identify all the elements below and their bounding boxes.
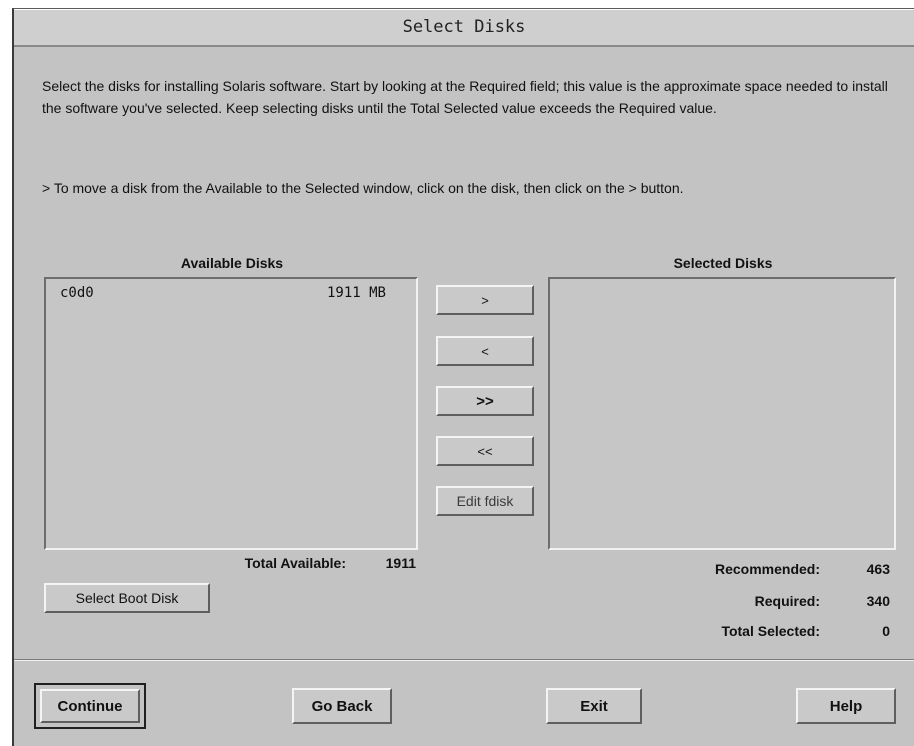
recommended-value: 463 bbox=[866, 561, 890, 577]
instructions-text: Select the disks for installing Solaris … bbox=[42, 78, 888, 116]
total-selected-label: Total Selected: bbox=[721, 623, 820, 639]
total-available-value: 1911 bbox=[385, 555, 416, 571]
total-available-label: Total Available: bbox=[244, 555, 346, 571]
selected-disks-list[interactable] bbox=[548, 277, 896, 550]
remove-all-disks-button[interactable]: << bbox=[436, 436, 534, 466]
remove-disk-button[interactable]: < bbox=[436, 336, 534, 366]
disk-list-item[interactable]: c0d0 1911 MB bbox=[60, 285, 386, 301]
total-selected-value: 0 bbox=[882, 623, 890, 639]
edit-fdisk-button[interactable]: Edit fdisk bbox=[436, 486, 534, 516]
recommended-label: Recommended: bbox=[714, 561, 820, 577]
disk-name: c0d0 bbox=[60, 285, 94, 301]
add-disk-button[interactable]: > bbox=[436, 285, 534, 315]
available-disks-title: Available Disks bbox=[180, 255, 284, 271]
selected-disks-title: Selected Disks bbox=[673, 255, 773, 271]
exit-button[interactable]: Exit bbox=[546, 688, 642, 724]
required-value: 340 bbox=[866, 593, 890, 609]
disk-size: 1911 MB bbox=[326, 285, 386, 301]
go-back-button[interactable]: Go Back bbox=[292, 688, 392, 724]
available-disks-list[interactable]: c0d0 1911 MB bbox=[44, 277, 418, 550]
footer-separator bbox=[14, 659, 914, 661]
help-button[interactable]: Help bbox=[796, 688, 896, 724]
window-title: Select Disks bbox=[14, 9, 914, 47]
required-label: Required: bbox=[754, 593, 820, 609]
select-disks-window: Select Disks Select the disks for instal… bbox=[12, 8, 914, 746]
move-disk-hint: > To move a disk from the Available to t… bbox=[42, 180, 684, 196]
add-all-disks-button[interactable]: >> bbox=[436, 386, 534, 416]
continue-button[interactable]: Continue bbox=[40, 689, 140, 723]
select-boot-disk-button[interactable]: Select Boot Disk bbox=[44, 583, 210, 613]
